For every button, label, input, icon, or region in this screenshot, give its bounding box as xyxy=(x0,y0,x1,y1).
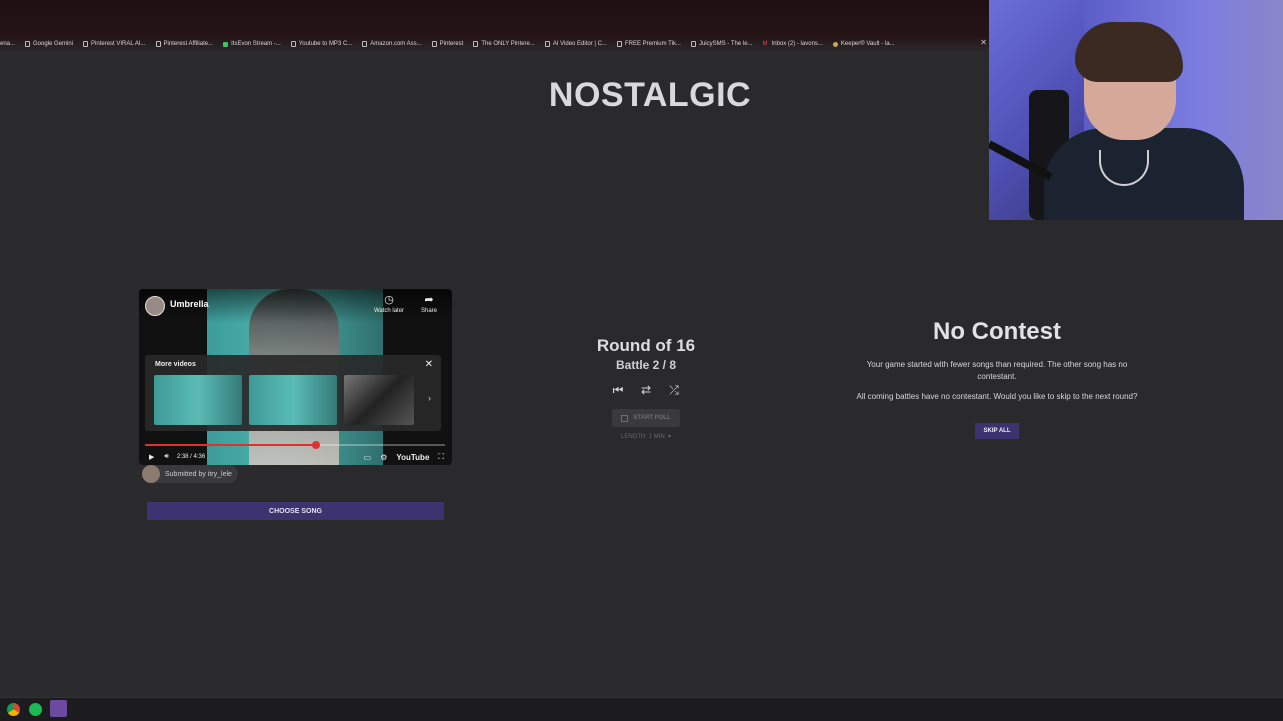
page-icon xyxy=(690,41,696,47)
skip-back-icon[interactable]: ⏮ xyxy=(611,383,625,398)
page-icon xyxy=(290,41,296,47)
bookmark-label: ItsEvon Stream -... xyxy=(231,41,281,47)
bookmark-item[interactable]: ena... xyxy=(0,41,15,47)
chrome-icon[interactable] xyxy=(7,703,20,716)
bookmark-label: FREE Premium Tik... xyxy=(624,41,681,47)
shuffle-icon[interactable]: ⤮ xyxy=(667,383,681,398)
keeper-icon xyxy=(832,41,838,47)
bookmark-item[interactable]: Pinterest VIRAL AI... xyxy=(83,41,146,47)
youtube-logo[interactable]: YouTube xyxy=(396,453,429,462)
bookmark-label: Pinterest xyxy=(439,41,464,47)
page-icon xyxy=(544,41,550,47)
avatar xyxy=(142,465,160,483)
video-controls-right: ▭ ⚙ YouTube ⛶ xyxy=(355,449,444,465)
bookmark-label: The ONLY Pintere... xyxy=(481,41,535,47)
battle-controls: ⏮ ⇄ ⤮ xyxy=(546,383,746,398)
bookmark-item[interactable]: FREE Premium Tik... xyxy=(616,41,681,47)
bookmark-label: Amazon.com Ass... xyxy=(370,41,422,47)
bookmark-label: Pinterest VIRAL AI... xyxy=(91,41,146,47)
page-icon xyxy=(473,41,479,47)
start-poll-label: START POLL xyxy=(633,415,671,421)
no-contest-title: No Contest xyxy=(933,318,1061,345)
round-title: Round of 16 xyxy=(596,336,696,355)
bookmark-label: Google Gemini xyxy=(33,41,74,47)
skip-prompt-message: All coming battles have no contestant. W… xyxy=(856,392,1138,401)
channel-avatar[interactable] xyxy=(145,296,165,316)
bookmarks-bar: ena... Google Gemini Pinterest VIRAL AI.… xyxy=(0,0,989,52)
more-videos-title: More videos xyxy=(155,361,196,368)
bookmark-item[interactable]: Google Gemini xyxy=(25,41,73,47)
choose-song-button[interactable]: CHOOSE SONG xyxy=(147,502,444,520)
bookmark-item[interactable]: Pinterest xyxy=(431,41,464,47)
swap-icon[interactable]: ⇄ xyxy=(639,383,653,398)
bookmark-label: AI Video Editor | C... xyxy=(552,41,607,47)
spotify-icon[interactable] xyxy=(29,703,42,716)
volume-icon[interactable]: 🔊︎ xyxy=(164,453,168,461)
bookmark-item[interactable]: Amazon.com Ass... xyxy=(362,41,422,47)
bookmark-item[interactable]: Youtube to MP3 C... xyxy=(290,41,353,47)
clock-icon: ◷ xyxy=(384,294,394,306)
page-icon xyxy=(362,41,368,47)
video-thumbnail[interactable] xyxy=(154,375,242,425)
length-select[interactable]: LENGTH: 1 MIN. ▾ xyxy=(546,433,746,440)
chevron-right-icon[interactable]: › xyxy=(428,393,431,403)
share-label: Share xyxy=(420,308,437,314)
share-button[interactable]: ➦ Share xyxy=(411,294,447,314)
video-progress-bar[interactable] xyxy=(145,441,445,449)
video-title[interactable]: Umbrella xyxy=(170,299,209,309)
video-thumbnail[interactable] xyxy=(344,375,414,425)
bookmark-label: ena... xyxy=(0,41,16,47)
video-thumbnail[interactable] xyxy=(249,375,337,425)
bookmark-item[interactable]: ItsEvon Stream -... xyxy=(223,41,281,47)
bookmark-label: JuicySMS - The le... xyxy=(698,41,753,47)
video-time: 2:38 / 4:36 xyxy=(176,454,206,460)
bookmark-item[interactable]: AI Video Editor | C... xyxy=(544,41,607,47)
app-icon[interactable] xyxy=(50,700,67,717)
page-icon xyxy=(83,41,89,47)
submitted-by-text: Submitted by itry_lele xyxy=(165,470,232,478)
bookmark-item[interactable]: Keeper® Vault - la... xyxy=(832,41,895,47)
progress-fill xyxy=(145,444,316,446)
start-poll-button[interactable]: START POLL xyxy=(612,409,680,427)
green-icon xyxy=(223,41,229,47)
bookmarks-row: ena... Google Gemini Pinterest VIRAL AI.… xyxy=(0,38,905,50)
bookmark-item[interactable]: M Inbox (2) - lavons... xyxy=(762,40,823,48)
page-icon xyxy=(431,41,437,47)
gmail-icon: M xyxy=(762,40,768,47)
progress-handle[interactable] xyxy=(312,441,320,449)
fullscreen-icon[interactable]: ⛶ xyxy=(438,452,444,462)
page-icon xyxy=(155,41,161,47)
watch-later-label: Watch later xyxy=(373,308,405,314)
watch-later-button[interactable]: ◷ Watch later xyxy=(371,294,407,314)
page-icon xyxy=(25,41,31,47)
submitted-by-chip: Submitted by itry_lele xyxy=(142,465,238,483)
captions-icon[interactable]: ▭ xyxy=(364,453,372,462)
more-videos-panel: More videos ✕ › xyxy=(145,355,441,431)
no-contest-message: Your game started with fewer songs than … xyxy=(866,360,1128,381)
video-player[interactable]: Umbrella ◷ Watch later ➦ Share More vide… xyxy=(139,289,452,465)
bookmark-label: Keeper® Vault - la... xyxy=(840,41,895,47)
x-icon[interactable]: ✕ xyxy=(980,38,987,47)
bookmark-item[interactable]: JuicySMS - The le... xyxy=(690,41,753,47)
bookmark-item[interactable]: The ONLY Pintere... xyxy=(473,41,535,47)
gear-icon[interactable]: ⚙ xyxy=(380,453,387,462)
close-icon[interactable]: ✕ xyxy=(425,359,433,370)
bookmark-label: Youtube to MP3 C... xyxy=(298,41,353,47)
taskbar xyxy=(0,697,1283,721)
page-icon xyxy=(616,41,622,47)
play-icon[interactable]: ▶ xyxy=(149,453,154,461)
bookmark-label: Pinterest Affiliate... xyxy=(163,41,214,47)
webcam-overlay xyxy=(989,0,1283,220)
battle-counter: Battle 2 / 8 xyxy=(615,358,677,372)
poll-icon xyxy=(621,414,629,422)
share-icon: ➦ xyxy=(424,294,434,306)
bookmark-label: Inbox (2) - lavons... xyxy=(771,41,823,47)
skip-all-button[interactable]: SKIP ALL xyxy=(975,423,1019,439)
bookmark-item[interactable]: Pinterest Affiliate... xyxy=(155,41,214,47)
